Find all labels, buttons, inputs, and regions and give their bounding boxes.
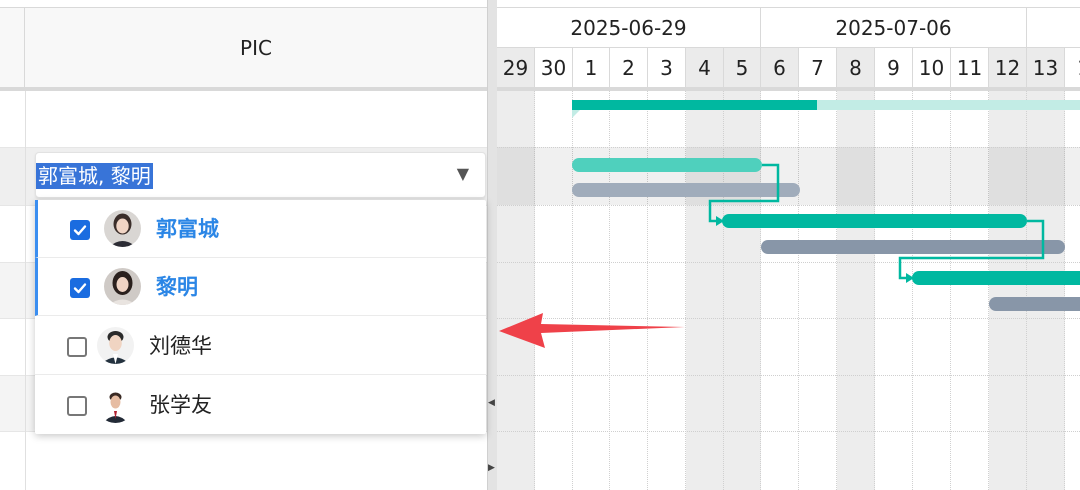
grid-row-line	[0, 147, 487, 148]
pic-option[interactable]: 刘德华	[35, 317, 486, 375]
pic-option-label: 张学友	[149, 393, 212, 417]
panel-splitter[interactable]	[487, 0, 497, 490]
dependency-arrowhead	[716, 216, 724, 226]
dependency-arrowhead	[906, 273, 914, 283]
red-arrow-icon	[499, 313, 685, 348]
dependency-link	[898, 219, 1045, 280]
pic-column-header[interactable]: PIC	[25, 8, 487, 87]
dropdown-caret-icon[interactable]: ▼	[457, 164, 469, 183]
grid-column-divider	[25, 91, 26, 490]
dependency-link	[708, 163, 780, 223]
gantt-chart: 2025-06-29 2025-07-06 29 30 1 2 3 4 5 6 …	[497, 0, 1080, 490]
grid-header-index-cell	[0, 8, 25, 87]
collapse-left-icon[interactable]: ◀	[488, 398, 495, 408]
avatar	[104, 210, 141, 247]
grid-header-divider	[0, 87, 487, 91]
pic-options-menu: 郭富城 黎明 刘德华 张学友	[35, 200, 486, 434]
pic-select-value[interactable]: 郭富城, 黎明	[36, 163, 153, 189]
pic-option-label: 郭富城	[156, 217, 219, 241]
pic-option[interactable]: 郭富城	[35, 200, 486, 258]
avatar	[97, 386, 134, 423]
checkbox-checked-icon[interactable]	[70, 220, 90, 240]
expand-right-icon[interactable]: ▶	[488, 463, 495, 473]
avatar	[104, 268, 141, 305]
checkbox-checked-icon[interactable]	[70, 278, 90, 298]
pic-option-label: 刘德华	[149, 334, 212, 358]
dependency-links	[708, 163, 1045, 283]
checkbox-unchecked-icon[interactable]	[67, 337, 87, 357]
pic-select-input[interactable]: 郭富城, 黎明 ▼	[35, 152, 486, 198]
pic-option[interactable]: 张学友	[35, 376, 486, 434]
pic-option[interactable]: 黎明	[35, 258, 486, 316]
checkbox-unchecked-icon[interactable]	[67, 396, 87, 416]
pic-option-label: 黎明	[156, 275, 198, 299]
avatar	[97, 327, 134, 364]
grid-header: PIC	[0, 7, 487, 88]
